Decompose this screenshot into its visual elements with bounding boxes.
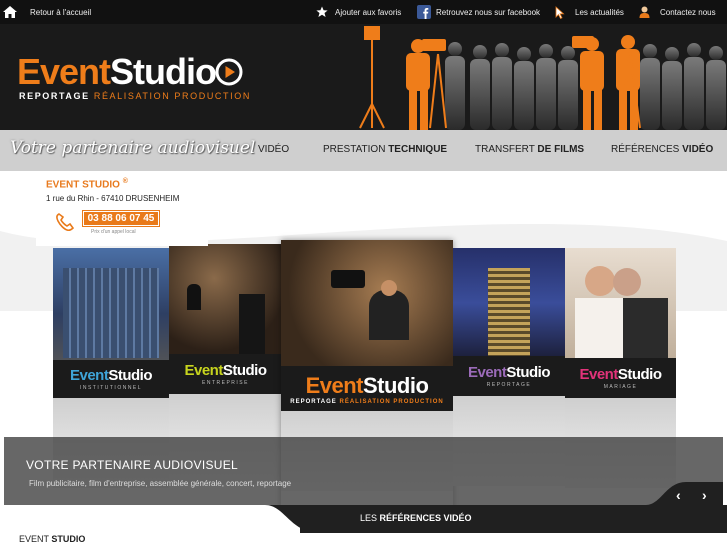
- nav-prestation-technique[interactable]: PRESTATION TECHNIQUE: [323, 144, 447, 155]
- references-bar: LES RÉFÉRENCES VIDÉO: [0, 505, 727, 533]
- crowd-silhouette-image: [359, 26, 726, 130]
- caption-description: Film publicitaire, film d'entreprise, as…: [29, 479, 292, 488]
- nav-video[interactable]: VIDÉO: [258, 144, 289, 155]
- star-icon: [316, 6, 328, 18]
- nav-slogan: Votre partenaire audiovisuel: [10, 138, 256, 158]
- featured-logo: EventStudio REPORTAGE RÉALISATION PRODUC…: [281, 366, 453, 411]
- play-icon: [215, 58, 243, 86]
- user-icon: [639, 6, 650, 18]
- header-tagline: REPORTAGE RÉALISATION PRODUCTION: [19, 91, 251, 101]
- cameraman-photo: [281, 240, 453, 366]
- company-address: 1 rue du Rhin - 67410 DRUSENHEIM: [46, 194, 180, 203]
- institutional-photo: [53, 248, 169, 368]
- prev-arrow-icon[interactable]: ‹: [676, 487, 681, 503]
- logo-studio: Studio: [110, 51, 217, 92]
- phone-number[interactable]: 03 88 06 07 45: [83, 211, 159, 226]
- home-link-label: Retour à l'accueil: [30, 7, 92, 17]
- nav-references-video[interactable]: RÉFÉRENCES VIDÉO: [611, 144, 713, 155]
- section-heading: EVENT STUDIO: [19, 534, 86, 544]
- panel-logo: EventStudio ENTREPRISE: [169, 354, 282, 394]
- phone-note: Prix d'un appel local: [91, 229, 136, 235]
- nav-transfert-de-films[interactable]: TRANSFERT DE FILMS: [475, 144, 584, 155]
- company-name: EVENT STUDIO ®: [46, 178, 128, 191]
- top-bar: Retour à l'accueil Ajouter aux favoris R…: [0, 0, 727, 24]
- panel-logo: EventStudio INSTITUTIONNEL: [53, 360, 169, 398]
- business-photo: [169, 244, 282, 358]
- building-photo: [453, 248, 565, 358]
- news-link[interactable]: Les actualités: [555, 0, 624, 24]
- contact-label: Contactez nous: [660, 7, 716, 17]
- facebook-label: Retrouvez nous sur facebook: [436, 7, 541, 17]
- panel-logo: EventStudio MARIAGE: [565, 358, 676, 398]
- contact-link[interactable]: Contactez nous: [639, 0, 716, 24]
- main-nav: Votre partenaire audiovisuel VIDÉO PREST…: [0, 130, 727, 171]
- next-arrow-icon[interactable]: ›: [702, 487, 707, 503]
- pointer-icon: [555, 5, 567, 19]
- caption-title: VOTRE PARTENAIRE AUDIOVISUEL: [26, 458, 239, 472]
- contact-card: EVENT STUDIO ® 1 rue du Rhin - 67410 DRU…: [36, 171, 208, 246]
- wedding-photo: [565, 248, 676, 361]
- slider-caption: VOTRE PARTENAIRE AUDIOVISUEL Film public…: [4, 437, 723, 505]
- home-icon: [3, 6, 17, 18]
- slider-controls: ‹ ›: [646, 482, 723, 505]
- favorites-label: Ajouter aux favoris: [335, 7, 402, 17]
- site-header: EventStudio REPORTAGE RÉALISATION PRODUC…: [0, 24, 727, 130]
- logo-event: Event: [17, 51, 111, 92]
- news-label: Les actualités: [575, 7, 624, 17]
- site-logo[interactable]: EventStudio: [17, 51, 243, 92]
- references-link[interactable]: LES RÉFÉRENCES VIDÉO: [360, 513, 472, 523]
- facebook-link[interactable]: Retrouvez nous sur facebook: [417, 0, 540, 24]
- panel-logo: EventStudio REPORTAGE: [453, 356, 565, 396]
- home-link[interactable]: Retour à l'accueil: [3, 0, 91, 24]
- facebook-icon: [417, 5, 431, 19]
- phone-icon: [56, 213, 75, 232]
- favorites-link[interactable]: Ajouter aux favoris: [316, 0, 401, 24]
